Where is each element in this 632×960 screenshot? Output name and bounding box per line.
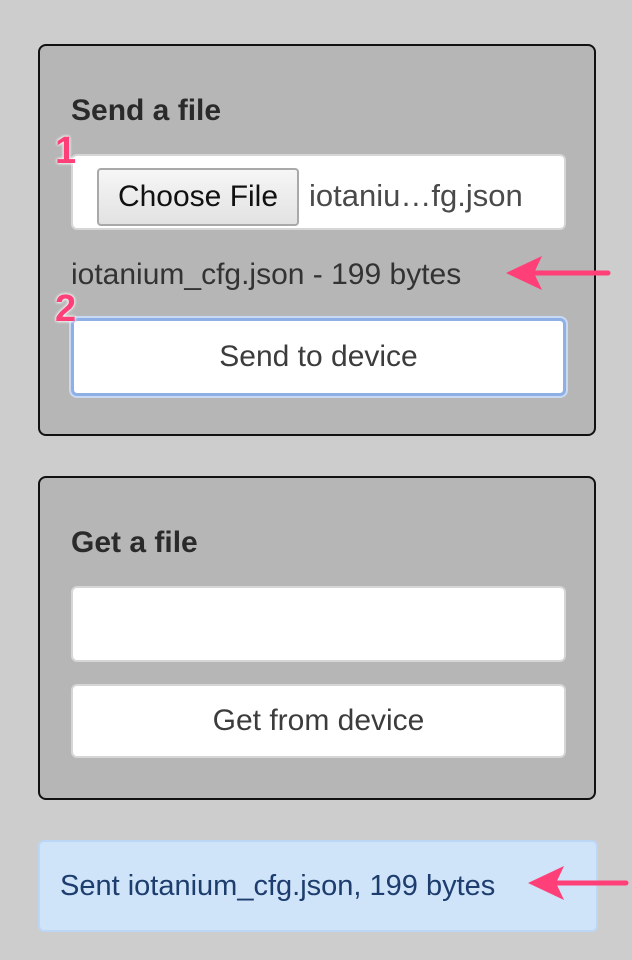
- file-input[interactable]: Choose File iotaniu…fg.json: [71, 154, 566, 230]
- get-filename-input[interactable]: [71, 586, 566, 662]
- send-file-title: Send a file: [71, 94, 222, 127]
- step-2-marker: 2: [55, 288, 77, 330]
- file-info-text: iotanium_cfg.json - 199 bytes: [71, 258, 462, 291]
- send-to-device-button[interactable]: Send to device: [71, 318, 566, 396]
- status-alert: Sent iotanium_cfg.json, 199 bytes: [38, 840, 598, 932]
- send-file-panel: Send a file Choose File iotaniu…fg.json …: [38, 44, 596, 436]
- get-from-device-button[interactable]: Get from device: [71, 684, 566, 758]
- get-file-panel: Get a file Get from device: [38, 476, 596, 800]
- choose-file-button[interactable]: Choose File: [97, 168, 299, 226]
- step-1-marker: 1: [55, 130, 77, 172]
- get-file-title: Get a file: [71, 526, 198, 559]
- selected-file-name: iotaniu…fg.json: [309, 178, 523, 213]
